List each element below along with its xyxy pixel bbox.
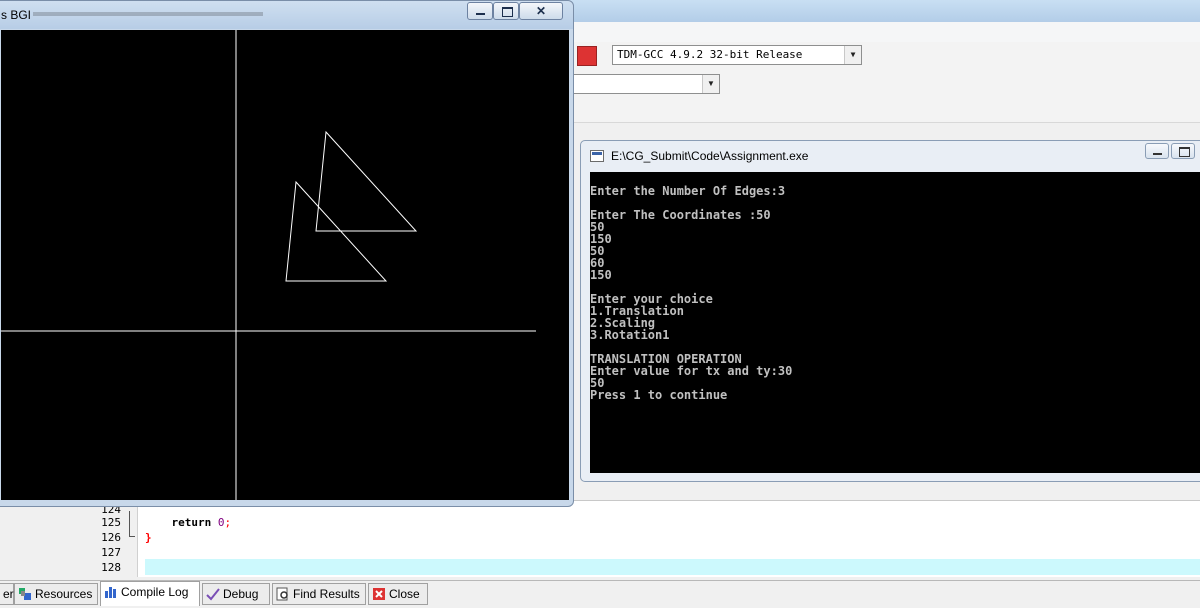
chevron-down-icon: ▼ bbox=[844, 46, 861, 64]
return-keyword: return bbox=[145, 516, 218, 529]
semicolon: ; bbox=[224, 516, 232, 529]
tab-compiler[interactable]: er bbox=[0, 583, 14, 605]
console-line: Enter The Coordinates :50 bbox=[590, 208, 771, 222]
console-line: Enter the Number Of Edges:3 bbox=[590, 184, 786, 198]
resources-icon bbox=[19, 588, 31, 600]
translated-triangle bbox=[315, 130, 418, 232]
line-number: 126 bbox=[101, 531, 121, 544]
tab-label: Find Results bbox=[293, 587, 360, 601]
console-app-icon bbox=[590, 150, 604, 162]
tab-label: Close bbox=[389, 587, 420, 601]
line-number-gutter: 124 125 126 127 128 bbox=[85, 501, 138, 577]
minimize-icon bbox=[476, 13, 485, 15]
bgi-maximize-button[interactable] bbox=[493, 2, 519, 20]
background-title-ghost bbox=[33, 7, 273, 21]
compiler-select-value: TDM-GCC 4.9.2 32-bit Release bbox=[617, 48, 803, 61]
line-number: 127 bbox=[101, 546, 121, 559]
bgi-minimize-button[interactable] bbox=[467, 2, 493, 20]
tab-find-results[interactable]: Find Results bbox=[272, 583, 366, 605]
chevron-down-icon: ▼ bbox=[702, 75, 719, 93]
graphics-canvas bbox=[1, 30, 569, 500]
console-minimize-button[interactable] bbox=[1145, 143, 1169, 159]
console-window[interactable]: E:\CG_Submit\Code\Assignment.exe Enter t… bbox=[580, 140, 1200, 482]
tab-label: er bbox=[3, 587, 14, 601]
tab-label: Resources bbox=[35, 587, 93, 601]
find-icon bbox=[276, 587, 288, 601]
console-line: Enter value for tx and ty:30 bbox=[590, 364, 793, 378]
fold-marker[interactable] bbox=[129, 511, 130, 537]
maximize-icon bbox=[502, 7, 513, 17]
console-line: 3.Rotation1 bbox=[590, 328, 670, 342]
tab-label: Debug bbox=[223, 587, 259, 601]
fold-marker-end bbox=[129, 536, 135, 537]
bgi-close-button[interactable]: ✕ bbox=[519, 2, 563, 20]
graphics-drawing bbox=[1, 30, 536, 500]
check-icon bbox=[206, 588, 220, 601]
stop-execution-icon[interactable] bbox=[577, 46, 597, 66]
close-icon: ✕ bbox=[535, 4, 547, 18]
console-window-title: E:\CG_Submit\Code\Assignment.exe bbox=[611, 149, 809, 163]
bgi-window-title: s BGI bbox=[1, 8, 32, 22]
compiler-select[interactable]: TDM-GCC 4.9.2 32-bit Release ▼ bbox=[612, 45, 862, 65]
line-number: 125 bbox=[101, 516, 121, 529]
close-icon bbox=[373, 588, 385, 600]
tab-label: Compile Log bbox=[121, 585, 189, 599]
console-line: 150 bbox=[590, 268, 612, 282]
tab-debug[interactable]: Debug bbox=[202, 583, 270, 605]
tab-resources[interactable]: Resources bbox=[14, 583, 98, 605]
console-maximize-button[interactable] bbox=[1171, 143, 1195, 159]
console-line: Press 1 to continue bbox=[590, 388, 728, 402]
minimize-icon bbox=[1153, 153, 1162, 155]
class-select[interactable]: ▼ bbox=[560, 74, 720, 94]
current-line-highlight bbox=[145, 559, 1200, 575]
code-editor[interactable]: 124 125 126 127 128 return 0; } bbox=[85, 500, 1200, 577]
bgi-titlebar[interactable]: s BGI ✕ bbox=[0, 1, 573, 29]
chart-icon bbox=[105, 587, 116, 598]
bgi-graphics-window[interactable]: s BGI ✕ bbox=[0, 0, 574, 507]
console-output: Enter the Number Of Edges:3 Enter The Co… bbox=[590, 172, 1200, 473]
bottom-panel-tabs: er Resources Compile Log Debug Find Resu… bbox=[0, 580, 1200, 608]
line-number: 128 bbox=[101, 561, 121, 574]
tab-compile-log[interactable]: Compile Log bbox=[100, 581, 200, 606]
maximize-icon bbox=[1179, 147, 1190, 157]
code-line: } bbox=[145, 531, 152, 544]
code-line: return 0; bbox=[145, 515, 231, 530]
tab-close[interactable]: Close bbox=[368, 583, 428, 605]
